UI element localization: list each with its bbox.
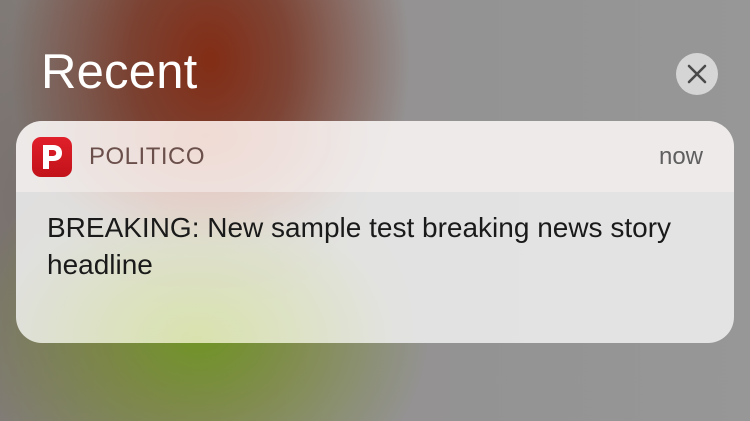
app-name: POLITICO — [89, 143, 206, 170]
clear-notifications-button[interactable] — [676, 53, 718, 95]
politico-logo-icon — [43, 145, 62, 169]
notification-header: POLITICO now — [16, 121, 734, 192]
close-icon — [687, 64, 707, 84]
politico-notification-card[interactable]: POLITICO now BREAKING: New sample test b… — [16, 121, 734, 343]
notification-timestamp: now — [658, 143, 703, 170]
recent-section-title: Recent — [41, 45, 198, 99]
politico-app-icon — [32, 137, 72, 177]
notification-message: BREAKING: New sample test breaking news … — [47, 212, 672, 280]
